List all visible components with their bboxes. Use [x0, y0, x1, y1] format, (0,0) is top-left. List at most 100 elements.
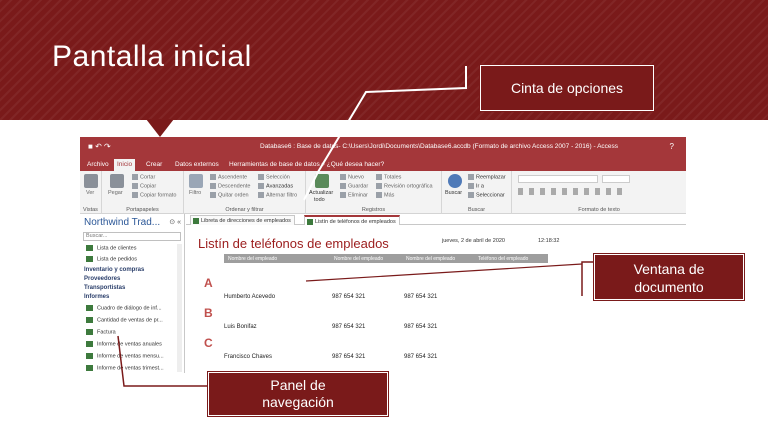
report-column-header: Nombre del empleado Nombre del empleado … — [224, 254, 548, 263]
tab-crear[interactable]: Crear — [143, 159, 165, 171]
sort-desc-icon — [210, 183, 216, 189]
totales-button[interactable]: Totales — [376, 174, 401, 180]
save-icon[interactable]: ■ — [88, 142, 93, 151]
format-painter-icon — [132, 192, 138, 198]
search-icon[interactable] — [448, 174, 462, 188]
header-pointer — [146, 119, 174, 137]
report-icon — [307, 219, 313, 225]
seleccionar-button[interactable]: Seleccionar — [468, 192, 505, 198]
copiar-button[interactable]: Copiar — [132, 183, 156, 189]
doc-tab-label: Listín de teléfonos de empleados — [315, 219, 396, 225]
view-icon[interactable] — [84, 174, 98, 188]
callout-line: Panel de — [270, 377, 326, 393]
ribbon-tab-bar: Archivo Inicio Crear Datos externos Herr… — [80, 157, 686, 171]
nuevo-button[interactable]: Nuevo — [340, 174, 364, 180]
eliminar-button[interactable]: Eliminar — [340, 192, 368, 198]
tab-archivo[interactable]: Archivo — [84, 159, 112, 171]
tell-me-label: ¿Qué desea hacer? — [326, 161, 385, 168]
report-icon — [86, 353, 93, 359]
avanzadas-button[interactable]: Avanzadas — [258, 183, 293, 189]
avanzadas-label: Avanzadas — [266, 183, 294, 190]
nav-title[interactable]: Northwind Trad... — [84, 217, 160, 228]
quitar-orden-label: Quitar orden — [218, 192, 249, 199]
quick-access-toolbar: ■ ↶ ↷ — [88, 142, 111, 151]
nav-collapse-icon[interactable]: « — [177, 219, 181, 226]
nav-item-ventas-mensuales[interactable]: Informe de ventas mensu... — [86, 353, 164, 359]
descendente-button[interactable]: Descendente — [210, 183, 250, 189]
refresh-icon[interactable] — [315, 174, 329, 188]
guardar-button[interactable]: Guardar — [340, 183, 368, 189]
ir-a-label: Ir a — [476, 183, 484, 190]
navigation-pane: Northwind Trad... ⊙ « Buscar... Lista de… — [80, 214, 185, 373]
group-label-ordenar: Ordenar y filtrar — [225, 207, 264, 213]
nav-item-cuadro-dialogo[interactable]: Cuadro de diálogo de inf... — [86, 305, 162, 311]
pegar-button[interactable]: Pegar — [108, 190, 123, 196]
column-header: Teléfono del empleado — [478, 256, 529, 262]
nav-group-proveedores[interactable]: Proveedores — [84, 276, 120, 282]
nav-item-lista-clientes[interactable]: Lista de clientes — [86, 245, 136, 251]
report-time: 12:18:32 — [538, 238, 560, 244]
quitar-orden-button[interactable]: Quitar orden — [210, 192, 249, 198]
document-tabs: Libreta de direcciones de empleados List… — [186, 214, 686, 225]
ir-a-button[interactable]: Ir a — [468, 183, 484, 189]
actualizar-button[interactable]: Actualizar — [309, 190, 333, 196]
nav-item-ventas-anuales[interactable]: Informe de ventas anuales — [86, 341, 162, 347]
undo-icon[interactable]: ↶ — [95, 142, 102, 151]
nav-group-informes[interactable]: Informes — [84, 294, 109, 300]
ver-button[interactable]: Ver — [86, 190, 94, 196]
nav-dropdown-icon[interactable]: ⊙ — [169, 219, 175, 226]
section-letter: C — [204, 336, 213, 350]
tab-datos-externos[interactable]: Datos externos — [172, 159, 222, 171]
totales-label: Totales — [384, 174, 402, 181]
callout-line: navegación — [262, 394, 334, 410]
nav-item-factura[interactable]: Factura — [86, 329, 116, 335]
employee-name: Francisco Chaves — [224, 354, 273, 360]
nav-scrollbar[interactable] — [177, 244, 182, 372]
doc-tab-listin[interactable]: Listín de teléfonos de empleados — [304, 215, 400, 225]
nav-group-inventario[interactable]: Inventario y compras — [84, 267, 144, 273]
tab-inicio[interactable]: Inicio — [114, 159, 136, 171]
font-size-dropdown[interactable] — [602, 175, 630, 183]
eliminar-label: Eliminar — [348, 192, 368, 199]
nav-item-lista-pedidos[interactable]: Lista de pedidos — [86, 256, 137, 262]
report-title: Listín de teléfonos de empleados — [198, 236, 389, 251]
reemplazar-button[interactable]: Reemplazar — [468, 174, 506, 180]
employee-phone: 987 654 321 — [332, 324, 366, 330]
slide-title: Pantalla inicial — [52, 40, 252, 73]
ascendente-button[interactable]: Ascendente — [210, 174, 247, 180]
nav-item-label: Informe de ventas mensu... — [97, 353, 164, 360]
replace-icon — [468, 174, 474, 180]
cortar-button[interactable]: Cortar — [132, 174, 155, 180]
doc-tab-libreta[interactable]: Libreta de direcciones de empleados — [190, 215, 295, 225]
revision-button[interactable]: Revisión ortográfica — [376, 183, 433, 189]
copiar-formato-button[interactable]: Copiar formato — [132, 192, 176, 198]
seleccion-button[interactable]: Selección — [258, 174, 290, 180]
form-icon — [86, 256, 93, 262]
save-record-icon — [340, 183, 346, 189]
nav-item-label: Factura — [97, 329, 116, 336]
font-name-dropdown[interactable] — [518, 175, 598, 183]
report-icon — [86, 341, 93, 347]
nav-item-ventas-trimestrales[interactable]: Informe de ventas trimest... — [86, 365, 164, 371]
alternar-filtro-button[interactable]: Alternar filtro — [258, 192, 297, 198]
paste-icon[interactable] — [110, 174, 124, 188]
alternar-filtro-label: Alternar filtro — [266, 192, 298, 199]
revision-label: Revisión ortográfica — [384, 183, 433, 190]
spelling-icon — [376, 183, 382, 189]
report-icon — [86, 305, 93, 311]
nav-group-transportistas[interactable]: Transportistas — [84, 285, 125, 291]
redo-icon[interactable]: ↷ — [104, 142, 111, 151]
tab-herramientas[interactable]: Herramientas de base de datos — [226, 159, 323, 171]
buscar-button[interactable]: Buscar — [445, 190, 462, 196]
text-format-buttons[interactable] — [518, 188, 628, 195]
copiar-label: Copiar — [140, 183, 157, 190]
filtro-button[interactable]: Filtro — [189, 190, 201, 196]
mas-button[interactable]: Más — [376, 192, 394, 198]
report-date: jueves, 2 de abril de 2020 — [442, 238, 505, 244]
nav-search-input[interactable]: Buscar... — [83, 232, 181, 241]
nav-item-cantidad-ventas[interactable]: Cantidad de ventas de pr... — [86, 317, 163, 323]
more-icon — [376, 192, 382, 198]
filter-icon[interactable] — [189, 174, 203, 188]
tell-me-box[interactable]: ○ ¿Qué desea hacer? — [318, 159, 387, 171]
help-icon[interactable]: ? — [670, 142, 674, 151]
